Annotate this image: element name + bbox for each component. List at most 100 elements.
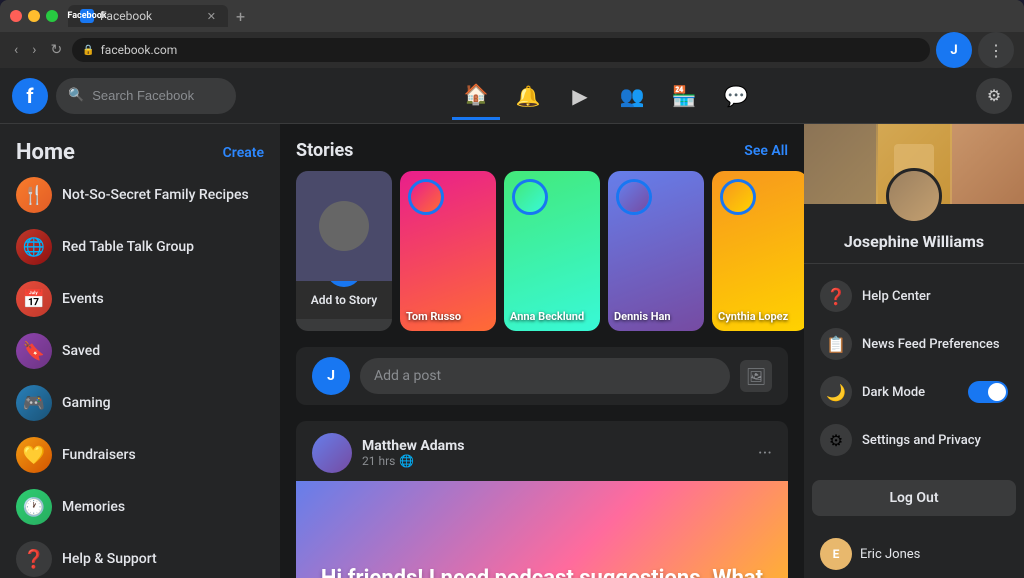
sidebar-item-label: Gaming xyxy=(62,395,111,411)
red-table-icon: 🌐 xyxy=(23,237,45,258)
user-cover-photo xyxy=(804,124,1024,204)
memories-icon: 🕐 xyxy=(23,497,45,518)
stories-row: + Add to Story Tom Russo xyxy=(296,171,788,331)
post-header: Matthew Adams 21 hrs 🌐 ··· xyxy=(296,421,788,481)
browser-chrome: Facebook Facebook ✕ + ‹ › ↻ 🔒 facebook.c… xyxy=(0,0,1024,68)
sidebar-item-label: Memories xyxy=(62,499,125,515)
back-button[interactable]: ‹ xyxy=(10,40,22,60)
post-input[interactable]: Add a post xyxy=(360,358,730,394)
dark-mode-toggle[interactable] xyxy=(968,381,1008,403)
see-all-stories-button[interactable]: See All xyxy=(744,143,788,159)
settings-privacy-label: Settings and Privacy xyxy=(862,433,981,448)
gaming-icon: 🎮 xyxy=(23,393,45,414)
right-dropdown-panel: Josephine Williams ❓ Help Center 📋 News … xyxy=(804,124,1024,578)
sidebar-item-family-recipes[interactable]: 🍴 Not-So-Secret Family Recipes xyxy=(8,169,272,221)
fundraisers-icon: 💛 xyxy=(23,445,45,466)
sidebar-item-help[interactable]: ❓ Help & Support xyxy=(8,533,272,578)
add-photo-button[interactable]: 🖼 xyxy=(740,360,772,392)
add-story-card[interactable]: + Add to Story xyxy=(296,171,392,331)
nav-messenger-button[interactable]: 💬 xyxy=(712,72,760,120)
settings-icon: ⚙ xyxy=(820,424,852,456)
add-story-label: Add to Story xyxy=(311,293,378,307)
nav-notifications-button[interactable]: 🔔 xyxy=(504,72,552,120)
search-box[interactable]: 🔍 xyxy=(56,78,236,114)
url-text: facebook.com xyxy=(101,43,178,57)
browser-menu-button[interactable]: ⋮ xyxy=(978,32,1014,68)
story-username: Dennis Han xyxy=(614,310,698,323)
story-card-anna-becklund[interactable]: Anna Becklund xyxy=(504,171,600,331)
traffic-lights xyxy=(10,10,58,22)
tab-close-button[interactable]: ✕ xyxy=(207,10,216,23)
facebook-app: f 🔍 🏠 🔔 ▶ 👥 🏪 💬 ⚙ Home Create xyxy=(0,68,1024,578)
user-profile-browser-btn[interactable]: J xyxy=(936,32,972,68)
facebook-logo: f xyxy=(12,78,48,114)
sidebar-item-label: Saved xyxy=(62,343,100,359)
story-avatar xyxy=(512,179,548,215)
sidebar-item-events[interactable]: 📅 Events xyxy=(8,273,272,325)
maximize-window-button[interactable] xyxy=(46,10,58,22)
news-feed-icon: 📋 xyxy=(820,328,852,360)
sidebar-item-red-table[interactable]: 🌐 Red Table Talk Group xyxy=(8,221,272,273)
close-window-button[interactable] xyxy=(10,10,22,22)
sidebar-item-saved[interactable]: 🔖 Saved xyxy=(8,325,272,377)
sidebar-item-label: Red Table Talk Group xyxy=(62,239,194,255)
browser-tab[interactable]: Facebook Facebook ✕ xyxy=(68,5,228,27)
sidebar-item-label: Fundraisers xyxy=(62,447,136,463)
nav-right: ⚙ xyxy=(976,78,1012,114)
tab-title: Facebook xyxy=(100,9,152,23)
saved-icon: 🔖 xyxy=(23,341,45,362)
sidebar-item-memories[interactable]: 🕐 Memories xyxy=(8,481,272,533)
post-time: 21 hrs xyxy=(362,454,395,468)
dark-mode-menu-item[interactable]: 🌙 Dark Mode xyxy=(812,368,1016,416)
contact-avatar-wrap: E xyxy=(820,538,852,570)
post-meta: 21 hrs 🌐 xyxy=(362,454,748,468)
address-bar[interactable]: 🔒 facebook.com xyxy=(72,38,930,62)
family-recipes-icon: 🍴 xyxy=(23,185,45,206)
dropdown-menu: ❓ Help Center 📋 News Feed Preferences 🌙 … xyxy=(804,264,1024,472)
dark-mode-icon: 🌙 xyxy=(820,376,852,408)
user-profile-avatar xyxy=(886,168,942,224)
forward-button[interactable]: › xyxy=(28,40,40,60)
story-card-tom-russo[interactable]: Tom Russo xyxy=(400,171,496,331)
story-card-cynthia-lopez[interactable]: Cynthia Lopez xyxy=(712,171,804,331)
new-tab-button[interactable]: + xyxy=(236,7,245,26)
sidebar-item-fundraisers[interactable]: 💛 Fundraisers xyxy=(8,429,272,481)
contact-name: Eric Jones xyxy=(860,547,920,562)
current-user-avatar: J xyxy=(312,357,350,395)
search-icon: 🔍 xyxy=(68,88,84,103)
news-feed-label: News Feed Preferences xyxy=(862,337,1000,352)
help-center-menu-item[interactable]: ❓ Help Center xyxy=(812,272,1016,320)
story-avatar xyxy=(720,179,756,215)
nav-watch-button[interactable]: ▶ xyxy=(556,72,604,120)
contact-item-eric[interactable]: E Eric Jones xyxy=(812,532,1016,576)
help-center-icon: ❓ xyxy=(820,280,852,312)
story-card-dennis-han[interactable]: Dennis Han xyxy=(608,171,704,331)
sidebar-item-gaming[interactable]: 🎮 Gaming xyxy=(8,377,272,429)
stories-title: Stories xyxy=(296,140,353,161)
reload-button[interactable]: ↻ xyxy=(46,40,66,60)
sidebar-item-label: Events xyxy=(62,291,104,307)
post-more-options-button[interactable]: ··· xyxy=(758,443,772,464)
nav-marketplace-button[interactable]: 🏪 xyxy=(660,72,708,120)
left-sidebar: Home Create 🍴 Not-So-Secret Family Recip… xyxy=(0,124,280,578)
settings-button[interactable]: ⚙ xyxy=(976,78,1012,114)
post-username: Matthew Adams xyxy=(362,438,748,454)
help-center-label: Help Center xyxy=(862,289,931,304)
browser-titlebar: Facebook Facebook ✕ + xyxy=(0,0,1024,32)
dark-mode-label: Dark Mode xyxy=(862,385,925,400)
minimize-window-button[interactable] xyxy=(28,10,40,22)
main-feed: Stories See All + Add to S xyxy=(280,124,804,578)
contact-avatar: E xyxy=(820,538,852,570)
fb-favicon: Facebook xyxy=(80,9,94,23)
profile-name: Josephine Williams xyxy=(804,232,1024,251)
settings-privacy-menu-item[interactable]: ⚙ Settings and Privacy xyxy=(812,416,1016,464)
main-content: Home Create 🍴 Not-So-Secret Family Recip… xyxy=(0,124,1024,578)
story-avatar xyxy=(616,179,652,215)
nav-friends-button[interactable]: 👥 xyxy=(608,72,656,120)
nav-home-button[interactable]: 🏠 xyxy=(452,72,500,120)
create-button[interactable]: Create xyxy=(223,145,264,161)
logout-button[interactable]: Log Out xyxy=(812,480,1016,516)
news-feed-preferences-menu-item[interactable]: 📋 News Feed Preferences xyxy=(812,320,1016,368)
search-input[interactable] xyxy=(92,88,222,103)
post-user-avatar xyxy=(312,433,352,473)
